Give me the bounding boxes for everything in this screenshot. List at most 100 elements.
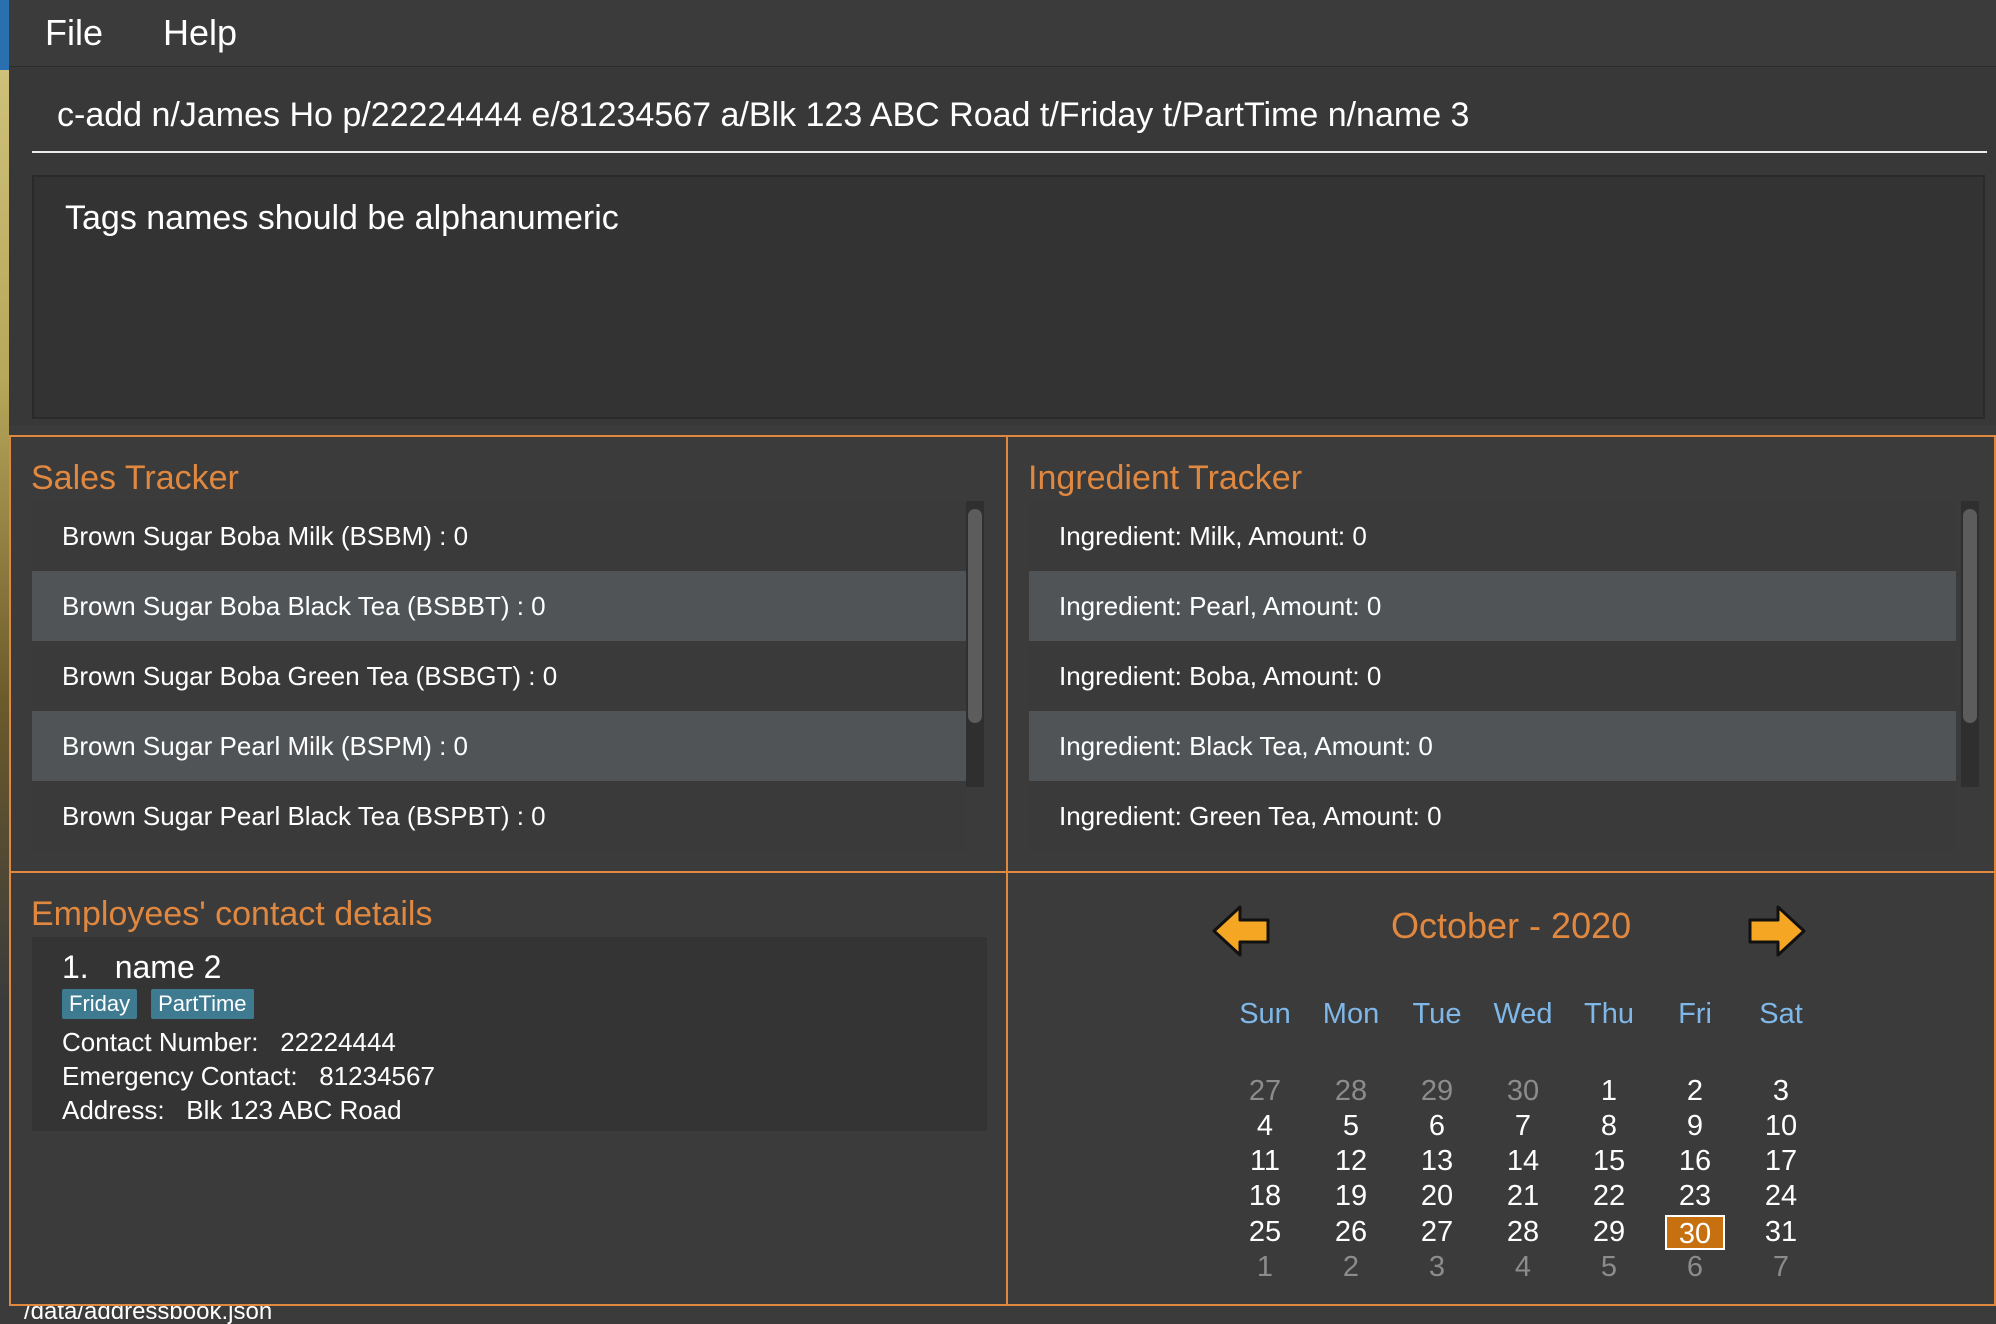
right-arrow-icon[interactable] <box>1744 903 1808 959</box>
calendar-day[interactable]: 25 <box>1222 1215 1308 1250</box>
calendar-day[interactable]: 13 <box>1394 1144 1480 1179</box>
employee-name: name 2 <box>114 949 222 985</box>
calendar-day[interactable]: 6 <box>1652 1250 1738 1285</box>
calendar-panel: October - 2020 Sun Mon Tue Wed Thu Fri S… <box>1006 871 1996 1306</box>
calendar-day[interactable]: 29 <box>1394 1074 1480 1109</box>
weekday-label: Wed <box>1493 998 1553 1030</box>
sales-scrollbar[interactable] <box>966 501 984 787</box>
calendar-day[interactable]: 3 <box>1738 1074 1824 1109</box>
weekday-label: Thu <box>1584 998 1634 1030</box>
calendar-day[interactable]: 4 <box>1480 1250 1566 1285</box>
ingredient-list-item[interactable]: Ingredient: Milk, Amount: 0 <box>1029 501 1956 571</box>
employee-tags: Friday PartTime <box>62 989 254 1019</box>
ingredient-list-item[interactable]: Ingredient: Boba, Amount: 0 <box>1029 641 1956 711</box>
calendar-day[interactable]: 29 <box>1566 1215 1652 1250</box>
contact-number-value: 22224444 <box>280 1027 396 1057</box>
weekday-label: Sun <box>1239 998 1291 1030</box>
calendar-week: 4 5 6 7 8 9 10 <box>1222 1109 1824 1144</box>
calendar-month-title: October - 2020 <box>1391 905 1632 946</box>
calendar-day[interactable]: 17 <box>1738 1144 1824 1179</box>
sales-list-item[interactable]: Brown Sugar Pearl Milk (BSPM) : 0 <box>32 711 966 781</box>
emergency-contact-label: Emergency Contact: <box>62 1061 298 1091</box>
calendar-day[interactable]: 20 <box>1394 1179 1480 1214</box>
calendar-day[interactable]: 14 <box>1480 1144 1566 1179</box>
employee-tag: Friday <box>62 989 138 1019</box>
calendar-day[interactable]: 5 <box>1566 1250 1652 1285</box>
calendar-weekday-header: Sun Mon Tue Wed Thu Fri Sat <box>1222 998 1824 1031</box>
employee-header: 1. name 2 <box>62 949 221 986</box>
calendar-day[interactable]: 1 <box>1566 1074 1652 1109</box>
calendar-day[interactable]: 26 <box>1308 1215 1394 1250</box>
ingredient-scroll-thumb[interactable] <box>1963 509 1977 723</box>
sales-list-item[interactable]: Brown Sugar Boba Green Tea (BSBGT) : 0 <box>32 641 966 711</box>
sales-list: Brown Sugar Boba Milk (BSBM) : 0 Brown S… <box>32 501 966 851</box>
calendar-day[interactable]: 9 <box>1652 1109 1738 1144</box>
calendar-day[interactable]: 27 <box>1222 1074 1308 1109</box>
ingredient-tracker-panel: Ingredient Tracker Ingredient: Milk, Amo… <box>1006 435 1996 873</box>
calendar-week: 11 12 13 14 15 16 17 <box>1222 1144 1824 1179</box>
result-message: Tags names should be alphanumeric <box>65 199 619 237</box>
sales-list-item[interactable]: Brown Sugar Boba Black Tea (BSBBT) : 0 <box>32 571 966 641</box>
calendar-day[interactable]: 27 <box>1394 1215 1480 1250</box>
calendar-day[interactable]: 31 <box>1738 1215 1824 1250</box>
employees-panel: Employees' contact details 1. name 2 Fri… <box>9 871 1008 1306</box>
calendar-day-today[interactable]: 30 <box>1665 1215 1725 1250</box>
calendar-day[interactable]: 19 <box>1308 1179 1394 1214</box>
calendar-day[interactable]: 10 <box>1738 1109 1824 1144</box>
calendar-day[interactable]: 21 <box>1480 1179 1566 1214</box>
calendar-day[interactable]: 4 <box>1222 1109 1308 1144</box>
ingredient-scrollbar[interactable] <box>1961 501 1979 787</box>
calendar-week: 1 2 3 4 5 6 7 <box>1222 1250 1824 1285</box>
employee-index: 1. <box>62 949 89 985</box>
calendar-day[interactable]: 8 <box>1566 1109 1652 1144</box>
calendar-day[interactable]: 28 <box>1308 1074 1394 1109</box>
calendar-day[interactable]: 16 <box>1652 1144 1738 1179</box>
command-box <box>9 67 1996 167</box>
calendar-day[interactable]: 30 <box>1480 1074 1566 1109</box>
ingredient-list-item[interactable]: Ingredient: Pearl, Amount: 0 <box>1029 571 1956 641</box>
calendar-day[interactable]: 11 <box>1222 1144 1308 1179</box>
employee-card[interactable]: 1. name 2 Friday PartTime Contact Number… <box>32 937 987 1131</box>
sales-scroll-thumb[interactable] <box>968 509 982 723</box>
sales-list-item[interactable]: Brown Sugar Pearl Black Tea (BSPBT) : 0 <box>32 781 966 851</box>
result-display-area: Tags names should be alphanumeric <box>9 167 1996 425</box>
calendar-day[interactable]: 22 <box>1566 1179 1652 1214</box>
ingredient-list-item[interactable]: Ingredient: Green Tea, Amount: 0 <box>1029 781 1956 851</box>
weekday-label: Fri <box>1678 998 1712 1030</box>
sales-tracker-panel: Sales Tracker Brown Sugar Boba Milk (BSB… <box>9 435 1008 873</box>
command-input[interactable] <box>32 79 1987 153</box>
menu-help[interactable]: Help <box>163 12 237 54</box>
calendar-day[interactable]: 7 <box>1480 1109 1566 1144</box>
emergency-contact-value: 81234567 <box>319 1061 435 1091</box>
calendar-week: 18 19 20 21 22 23 24 <box>1222 1179 1824 1214</box>
app-window: File Help Tags names should be alphanume… <box>0 0 1996 1324</box>
calendar-day[interactable]: 2 <box>1308 1250 1394 1285</box>
calendar-day[interactable]: 5 <box>1308 1109 1394 1144</box>
calendar-day[interactable]: 18 <box>1222 1179 1308 1214</box>
menu-bar: File Help <box>9 0 1996 67</box>
calendar-day[interactable]: 7 <box>1738 1250 1824 1285</box>
weekday-label: Tue <box>1412 998 1462 1030</box>
result-display: Tags names should be alphanumeric <box>32 175 1985 419</box>
status-save-path: /data/addressbook.json <box>24 1306 273 1324</box>
employee-contact-number: Contact Number: 22224444 <box>62 1027 396 1058</box>
calendar-day[interactable]: 6 <box>1394 1109 1480 1144</box>
employee-emergency-contact: Emergency Contact: 81234567 <box>62 1061 435 1092</box>
calendar-day[interactable]: 2 <box>1652 1074 1738 1109</box>
calendar-day[interactable]: 24 <box>1738 1179 1824 1214</box>
weekday-label: Mon <box>1322 998 1380 1030</box>
ingredient-list-item[interactable]: Ingredient: Black Tea, Amount: 0 <box>1029 711 1956 781</box>
left-arrow-icon[interactable] <box>1210 903 1274 959</box>
calendar-day[interactable]: 23 <box>1652 1179 1738 1214</box>
calendar-day[interactable]: 28 <box>1480 1215 1566 1250</box>
calendar-day[interactable]: 15 <box>1566 1144 1652 1179</box>
calendar-day[interactable]: 3 <box>1394 1250 1480 1285</box>
address-value: Blk 123 ABC Road <box>186 1095 402 1125</box>
calendar-header: October - 2020 <box>1008 895 1994 959</box>
calendar-day[interactable]: 1 <box>1222 1250 1308 1285</box>
status-bar: /data/addressbook.json <box>9 1306 1996 1324</box>
menu-file[interactable]: File <box>45 12 103 54</box>
calendar-day[interactable]: 12 <box>1308 1144 1394 1179</box>
employee-address: Address: Blk 123 ABC Road <box>62 1095 402 1126</box>
sales-list-item[interactable]: Brown Sugar Boba Milk (BSBM) : 0 <box>32 501 966 571</box>
